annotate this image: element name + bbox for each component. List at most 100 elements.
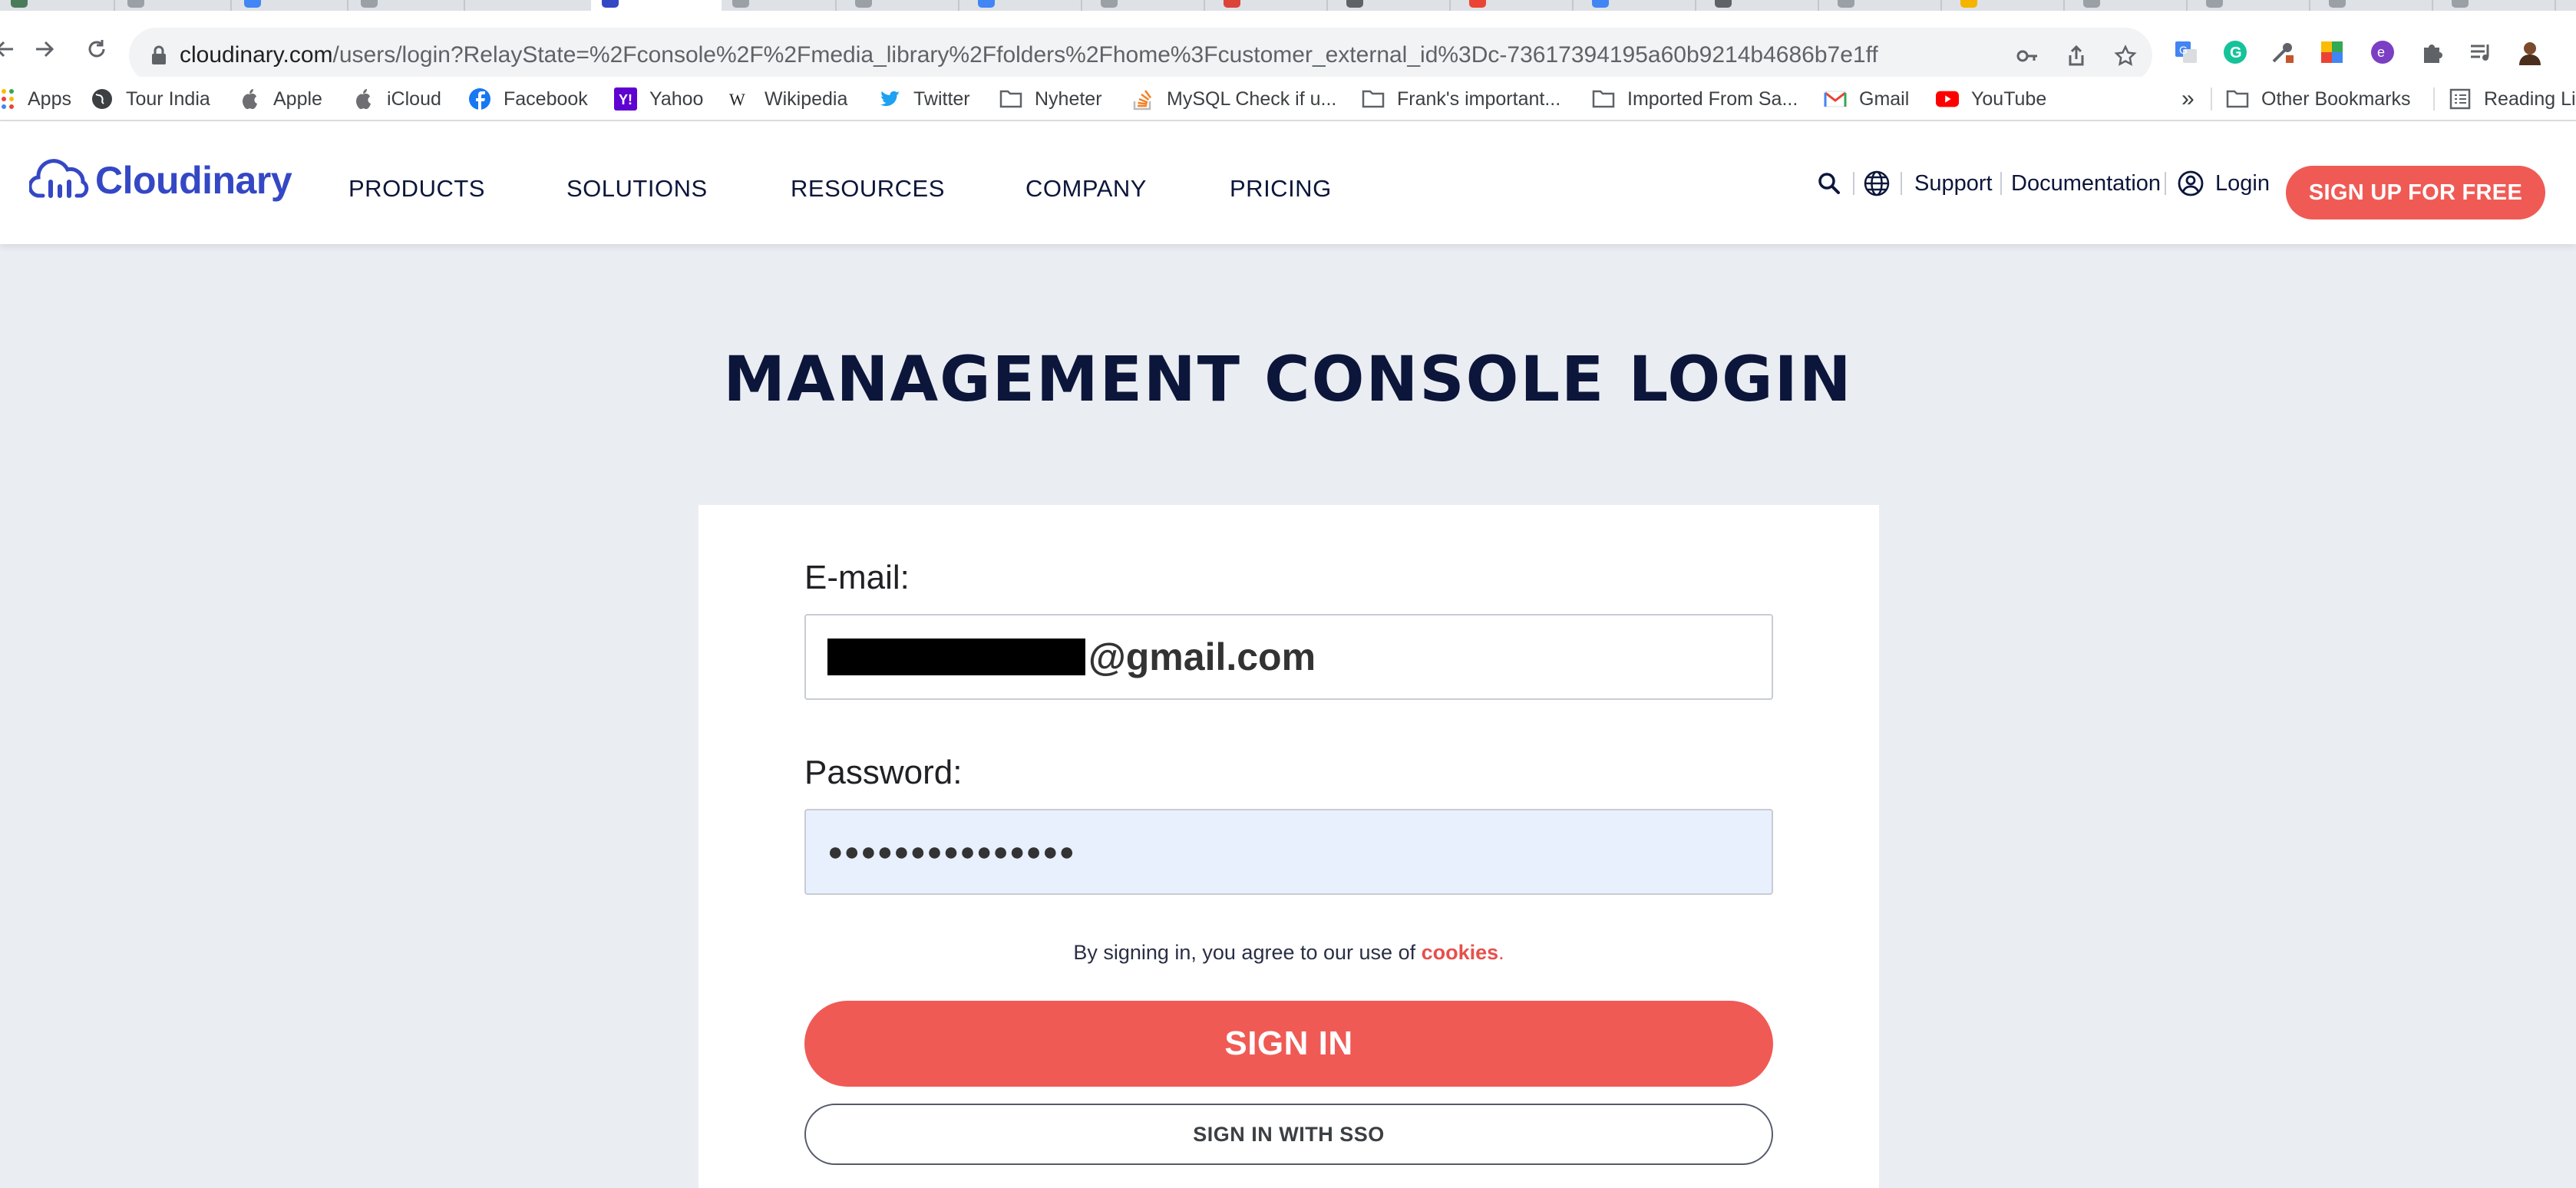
nav-company[interactable]: COMPANY — [1025, 123, 1147, 244]
bookmark-label: YouTube — [1971, 87, 2047, 110]
eyedropper-extension-icon[interactable] — [2269, 38, 2297, 66]
bookmark-apps[interactable]: Apps — [0, 77, 71, 121]
key-icon[interactable] — [2016, 45, 2039, 68]
nav-pricing[interactable]: PRICING — [1230, 123, 1332, 244]
bookmark-imported-from-safari[interactable]: Imported From Sa... — [1592, 77, 1798, 121]
email-label: E-mail: — [804, 559, 910, 596]
nav-solutions[interactable]: SOLUTIONS — [566, 123, 708, 244]
browser-tab[interactable] — [722, 0, 837, 11]
svg-text:e: e — [2377, 45, 2385, 60]
password-field[interactable]: ●●●●●●●●●●●●●●● — [804, 809, 1773, 895]
bookmarks-divider — [2211, 87, 2212, 111]
profile-avatar-icon[interactable] — [2516, 38, 2544, 66]
lock-icon[interactable] — [150, 45, 167, 70]
browser-tab[interactable] — [0, 0, 115, 11]
folder-icon — [1362, 87, 1385, 111]
bookmark-mysql[interactable]: MySQL Check if u... — [1131, 77, 1336, 121]
extensions-puzzle-icon[interactable] — [2418, 38, 2446, 66]
colorful-extension-icon[interactable] — [2318, 38, 2346, 66]
email-value: @gmail.com — [1088, 635, 1316, 678]
browser-tab[interactable] — [233, 0, 348, 11]
bookmark-gmail[interactable]: Gmail — [1824, 77, 1909, 121]
browser-tab[interactable] — [1704, 0, 1819, 11]
reading-list-button[interactable]: Reading Li — [2449, 77, 2576, 121]
grammarly-icon[interactable]: G — [2221, 38, 2249, 66]
bookmark-twitter[interactable]: Twitter — [878, 77, 970, 121]
search-icon[interactable] — [1818, 123, 1841, 244]
browser-tab[interactable] — [1090, 0, 1205, 11]
browser-tab[interactable] — [117, 0, 232, 11]
browser-tab[interactable] — [350, 0, 465, 11]
bookmark-apple[interactable]: Apple — [238, 77, 322, 121]
support-link[interactable]: Support — [1914, 123, 1993, 244]
browser-tab[interactable] — [844, 0, 959, 11]
brand-name: Cloudinary — [95, 159, 292, 202]
browser-tab[interactable] — [1950, 0, 2065, 11]
language-globe-icon[interactable] — [1864, 123, 1890, 244]
bookmark-label: MySQL Check if u... — [1167, 87, 1337, 110]
documentation-link[interactable]: Documentation — [2011, 123, 2161, 244]
google-translate-icon[interactable]: G — [2172, 38, 2200, 66]
bookmark-wikipedia[interactable]: W Wikipedia — [729, 77, 847, 121]
purple-circle-extension-icon[interactable]: e — [2369, 38, 2396, 66]
browser-tab[interactable] — [1336, 0, 1451, 11]
browser-tab-active[interactable] — [591, 0, 722, 11]
browser-tab[interactable] — [1581, 0, 1696, 11]
browser-tab[interactable] — [967, 0, 1082, 11]
bookmark-icloud[interactable]: iCloud — [352, 77, 441, 121]
bookmark-label: Twitter — [913, 87, 970, 110]
cloudinary-logo[interactable]: Cloudinary — [29, 158, 292, 203]
apps-grid-icon — [0, 87, 15, 111]
sign-up-free-button[interactable]: SIGN UP FOR FREE — [2286, 166, 2545, 219]
folder-icon — [2226, 87, 2249, 111]
bookmark-label: Other Bookmarks — [2261, 87, 2411, 110]
nav-resources[interactable]: RESOURCES — [791, 123, 945, 244]
browser-tab[interactable] — [1213, 0, 1328, 11]
globe-icon — [91, 87, 114, 111]
browser-tab[interactable] — [1827, 0, 1942, 11]
login-link[interactable]: Login — [2177, 123, 2270, 244]
bookmark-label: Tour India — [126, 87, 210, 110]
reload-icon[interactable] — [81, 34, 112, 64]
reading-list-label: Reading Li — [2484, 87, 2576, 110]
bookmarks-overflow-chevron[interactable]: » — [2181, 77, 2195, 121]
folder-icon — [999, 87, 1022, 111]
bookmark-other-bookmarks[interactable]: Other Bookmarks — [2226, 77, 2411, 121]
stackoverflow-icon — [1131, 87, 1154, 111]
apple-icon — [238, 87, 261, 111]
share-icon[interactable] — [2065, 45, 2088, 68]
sign-in-sso-button[interactable]: SIGN IN WITH SSO — [804, 1104, 1773, 1165]
bookmark-label: Wikipedia — [765, 87, 848, 110]
browser-tab[interactable] — [2318, 0, 2433, 11]
back-arrow-icon[interactable] — [0, 34, 20, 64]
bookmark-star-icon[interactable] — [2114, 45, 2137, 68]
bookmark-franks-important[interactable]: Frank's important... — [1362, 77, 1560, 121]
overflow-chevron-icon: » — [2181, 86, 2195, 111]
browser-tab[interactable] — [2195, 0, 2310, 11]
bookmark-facebook[interactable]: Facebook — [468, 77, 588, 121]
address-bar[interactable]: cloudinary.com/users/login?RelayState=%2… — [129, 28, 2152, 83]
url-text: cloudinary.com/users/login?RelayState=%2… — [180, 42, 1878, 68]
bookmark-tour-india[interactable]: Tour India — [91, 77, 210, 121]
browser-toolbar: cloudinary.com/users/login?RelayState=%2… — [0, 11, 2576, 83]
forward-arrow-icon[interactable] — [29, 34, 60, 64]
login-page: MANAGEMENT CONSOLE LOGIN E-mail: @gmail.… — [0, 244, 2576, 1188]
bookmark-label: Facebook — [504, 87, 588, 110]
browser-tab[interactable] — [2072, 0, 2188, 11]
login-label: Login — [2215, 170, 2270, 196]
header-divider — [1853, 172, 1854, 195]
browser-tab-strip — [0, 0, 2576, 11]
browser-tab[interactable] — [2441, 0, 2556, 11]
email-field[interactable]: @gmail.com — [804, 614, 1773, 700]
nav-products[interactable]: PRODUCTS — [348, 123, 485, 244]
cookies-link[interactable]: cookies — [1422, 941, 1499, 964]
svg-text:W: W — [729, 90, 745, 109]
bookmark-youtube[interactable]: YouTube — [1936, 77, 2046, 121]
bookmark-nyheter[interactable]: Nyheter — [999, 77, 1102, 121]
password-label: Password: — [804, 754, 963, 791]
browser-tab[interactable] — [1458, 0, 1574, 11]
bookmark-yahoo[interactable]: Y! Yahoo — [614, 77, 703, 121]
reading-list-queue-icon[interactable] — [2467, 38, 2495, 66]
yahoo-icon: Y! — [614, 87, 637, 111]
sign-in-button[interactable]: SIGN IN — [804, 1001, 1773, 1087]
